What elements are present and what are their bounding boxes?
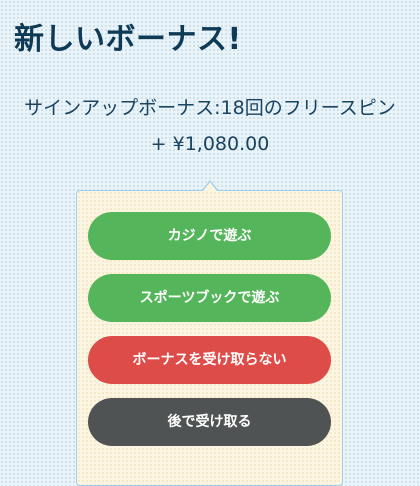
page-title: 新しいボーナス! (14, 22, 242, 57)
popover-pointer-fill (203, 182, 217, 191)
play-casino-button[interactable]: カジノで遊ぶ (88, 212, 331, 260)
decline-bonus-button[interactable]: ボーナスを受け取らない (88, 336, 331, 384)
bonus-description: サインアップボーナス:18回のフリースピン + ¥1,080.00 (24, 97, 396, 155)
claim-later-button[interactable]: 後で受け取る (88, 398, 331, 446)
play-sportsbook-button[interactable]: スポーツブックで遊ぶ (88, 274, 331, 322)
